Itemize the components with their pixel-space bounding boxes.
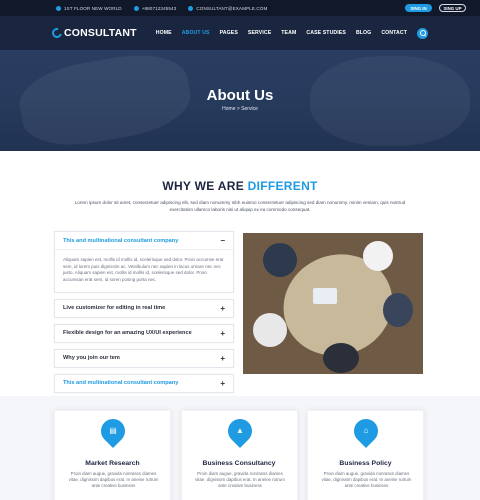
brand-logo[interactable]: CONSULTANT bbox=[50, 26, 137, 40]
breadcrumb: Home > Service bbox=[222, 106, 258, 112]
brand-name: CONSULTANT bbox=[64, 27, 137, 39]
accordion-item: This and multinational consultant compan… bbox=[54, 231, 234, 293]
nav-item-home[interactable]: HOME bbox=[156, 30, 172, 36]
signup-button[interactable]: SING UP bbox=[439, 4, 466, 12]
nav-item-case-studies[interactable]: CASE STUDIES bbox=[306, 30, 346, 36]
accordion-title: Flexible design for an amazing UX/UI exp… bbox=[63, 330, 192, 337]
bank-icon: ⌂ bbox=[363, 426, 369, 435]
map-pin-badge: ⌂ bbox=[349, 414, 383, 448]
feature-title: Business Consultancy bbox=[202, 460, 276, 467]
accordion-header[interactable]: Flexible design for an amazing UX/UI exp… bbox=[55, 325, 233, 342]
nav-menu: HOME ABOUT US PAGES SERVICE TEAM CASE ST… bbox=[146, 27, 428, 39]
accordion-item: Why you join our tem + bbox=[54, 348, 234, 368]
accordion-item: This and multinational consultant compan… bbox=[54, 373, 234, 393]
person-shape bbox=[323, 343, 359, 373]
accordion-title: This and multinational consultant compan… bbox=[63, 380, 179, 387]
main-content: WHY WE ARE DIFFERENT Lorem ipsum dolor s… bbox=[0, 151, 480, 500]
team-meeting-photo bbox=[243, 233, 423, 374]
section-title: WHY WE ARE DIFFERENT bbox=[0, 179, 480, 193]
feature-card[interactable]: ⌂ Business Policy Proin diam augue, grav… bbox=[307, 410, 424, 500]
nav-item-contact[interactable]: CONTACT bbox=[381, 30, 407, 36]
nav-item-team[interactable]: TEAM bbox=[281, 30, 296, 36]
signin-button[interactable]: SING IN bbox=[405, 4, 432, 12]
map-pin-badge: ▲ bbox=[222, 414, 257, 448]
feature-title: Market Research bbox=[85, 460, 140, 467]
map-pin-badge: ▤ bbox=[96, 414, 130, 448]
feature-card[interactable]: ▲ Business Consultancy Proin diam augue,… bbox=[180, 410, 298, 500]
nav-item-service[interactable]: SERVICE bbox=[248, 30, 271, 36]
accordion-header[interactable]: This and multinational consultant compan… bbox=[55, 375, 233, 392]
feature-title: Business Policy bbox=[339, 460, 392, 467]
accordion-title: This and multinational consultant compan… bbox=[63, 237, 179, 244]
location-icon bbox=[56, 5, 61, 11]
person-shape bbox=[263, 243, 297, 277]
section-title-accent: DIFFERENT bbox=[247, 179, 318, 193]
plus-icon: + bbox=[220, 353, 225, 363]
accordion-title: Why you join our tem bbox=[63, 355, 120, 362]
nav-item-pages[interactable]: PAGES bbox=[220, 30, 238, 36]
book-icon: ▤ bbox=[109, 426, 117, 435]
email-info: CONSULTANT@EXAMPLE.COM bbox=[188, 5, 267, 11]
plus-icon: + bbox=[220, 378, 225, 388]
laptop-shape bbox=[313, 288, 337, 304]
address-info: 1ST FLOOR NEW WORLD bbox=[56, 5, 122, 11]
accordion-item: Flexible design for an amazing UX/UI exp… bbox=[54, 323, 234, 343]
address-text: 1ST FLOOR NEW WORLD bbox=[64, 5, 122, 11]
accordion-title: Live customizer for editing in real time bbox=[63, 305, 166, 312]
nav-item-blog[interactable]: BLOG bbox=[356, 30, 371, 36]
phone-icon bbox=[133, 5, 139, 11]
accordion-header[interactable]: Why you join our tem + bbox=[55, 350, 233, 367]
plus-icon: + bbox=[220, 328, 225, 338]
feature-text: Proin diam augue, gravida nonrasss diame… bbox=[321, 471, 412, 489]
search-icon[interactable] bbox=[417, 27, 428, 39]
section-intro: Lorem ipsum dolor sit amet, consectetuer… bbox=[74, 200, 406, 212]
accordion-item: Live customizer for editing in real time… bbox=[54, 298, 234, 318]
email-icon bbox=[188, 5, 194, 11]
person-shape bbox=[383, 293, 413, 327]
phone-text[interactable]: +880712345543 bbox=[142, 6, 177, 11]
feature-card[interactable]: ▤ Market Research Proin diam augue, grav… bbox=[54, 410, 171, 500]
nav-item-about-us[interactable]: ABOUT US bbox=[182, 30, 210, 36]
auth-buttons: SING IN SING UP bbox=[405, 4, 466, 12]
page-title: About Us bbox=[206, 87, 274, 104]
person-shape bbox=[363, 241, 393, 271]
top-info-bar: 1ST FLOOR NEW WORLD +880712345543 CONSUL… bbox=[0, 0, 480, 16]
accordion-body: Aliquam sapien est, mollis id mollis id,… bbox=[55, 249, 233, 292]
email-text[interactable]: CONSULTANT@EXAMPLE.COM bbox=[196, 6, 267, 11]
plus-icon: + bbox=[220, 303, 225, 313]
phone-info: +880712345543 bbox=[133, 5, 177, 11]
feature-text: Proin diam augue, gravida nonrasss diame… bbox=[195, 471, 285, 489]
page-hero-banner: About Us Home > Service bbox=[0, 50, 480, 151]
person-shape bbox=[253, 313, 287, 347]
feature-text: Proin diam augue, gravida nonrasss diame… bbox=[68, 471, 159, 489]
logo-icon bbox=[50, 26, 64, 40]
feature-cards: ▤ Market Research Proin diam augue, grav… bbox=[54, 410, 424, 500]
main-navbar: CONSULTANT HOME ABOUT US PAGES SERVICE T… bbox=[0, 16, 480, 50]
accordion-header[interactable]: Live customizer for editing in real time… bbox=[55, 300, 233, 317]
accordion-header[interactable]: This and multinational consultant compan… bbox=[55, 232, 233, 249]
faq-accordion: This and multinational consultant compan… bbox=[54, 231, 234, 399]
graduation-cap-icon: ▲ bbox=[235, 426, 244, 435]
minus-icon: − bbox=[220, 236, 225, 245]
section-title-main: WHY WE ARE bbox=[162, 179, 248, 193]
